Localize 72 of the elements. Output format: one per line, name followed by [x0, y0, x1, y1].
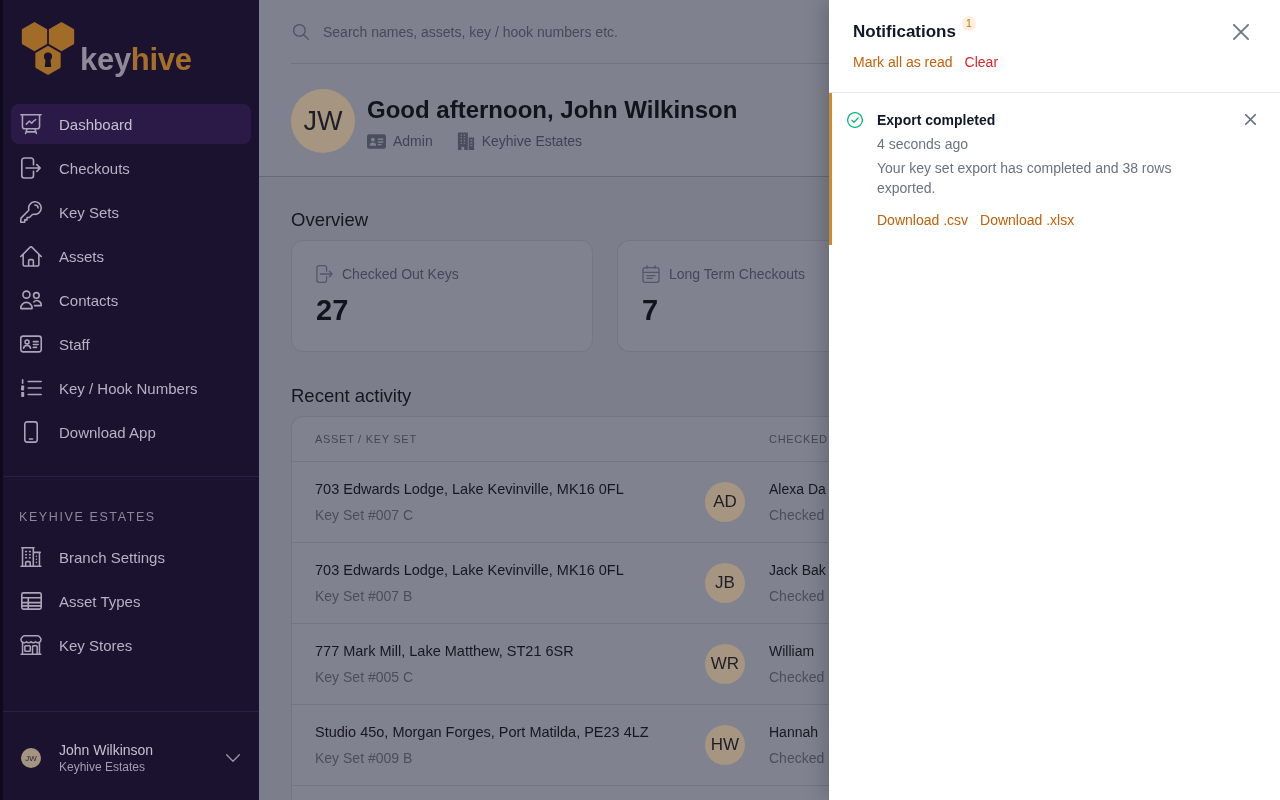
- avatar: JB: [705, 563, 745, 603]
- phone-icon: [24, 421, 38, 443]
- notification-time: 4 seconds ago: [877, 135, 969, 154]
- nav-item[interactable]: Dashboard: [11, 104, 251, 144]
- text-link[interactable]: Clear: [964, 52, 999, 72]
- close-button[interactable]: [1233, 24, 1249, 40]
- id-card-icon: [367, 133, 386, 149]
- nav-item[interactable]: Assets: [11, 236, 251, 276]
- avatar: AD: [705, 482, 745, 522]
- nav-item[interactable]: Key Sets: [11, 192, 251, 232]
- hexagon-keyhole-icon: [20, 21, 76, 76]
- panel-title: Notifications: [853, 21, 956, 43]
- nav-item[interactable]: Checkouts: [11, 148, 251, 188]
- stat-label: Long Term Checkouts: [669, 266, 805, 282]
- house-icon: [20, 245, 42, 267]
- column-header: ASSET / KEY SET: [315, 433, 417, 445]
- download-link[interactable]: Download .xlsx: [980, 210, 1075, 230]
- asset-address: 703 Edwards Lodge, Lake Kevinville, MK16 0FL: [315, 561, 624, 580]
- section-heading: KEYHIVE ESTATES: [19, 509, 156, 525]
- nav-item[interactable]: Download App: [11, 412, 251, 452]
- stat-label: Checked Out Keys: [342, 266, 459, 282]
- door-arrow-icon: [21, 157, 41, 179]
- building-icon: [456, 132, 475, 150]
- people-icon: [20, 290, 42, 310]
- avatar: WR: [705, 644, 745, 684]
- unread-count-badge: 1: [961, 16, 976, 31]
- nav-item[interactable]: Key / Hook Numbers: [11, 368, 251, 408]
- nav-item[interactable]: Staff: [11, 324, 251, 364]
- key-icon: [20, 201, 42, 223]
- avatar: JW: [21, 748, 41, 768]
- nav-item[interactable]: Key Stores: [11, 625, 251, 665]
- close-icon: [1245, 114, 1256, 125]
- dismiss-button[interactable]: [1245, 114, 1256, 125]
- avatar: HW: [705, 725, 745, 765]
- person-name: Alexa Da: [769, 480, 826, 499]
- user-name: John Wilkinson: [59, 741, 154, 759]
- stat-value: 27: [316, 293, 349, 327]
- greeting-heading: Good afternoon, John Wilkinson: [367, 95, 738, 125]
- role-label: Admin: [393, 133, 433, 149]
- asset-address: 777 Mark Mill, Lake Matthew, ST21 6SR: [315, 642, 574, 661]
- building-icon: [20, 547, 42, 567]
- text-link[interactable]: Mark all as read: [853, 52, 953, 72]
- asset-address: 703 Edwards Lodge, Lake Kevinville, MK16 0FL: [315, 480, 624, 499]
- nav-item[interactable]: Contacts: [11, 280, 251, 320]
- section-heading: Overview: [291, 209, 370, 231]
- search-field[interactable]: Search names, assets, key / hook numbers etc.: [323, 21, 643, 42]
- storefront-icon: [20, 635, 42, 655]
- download-link[interactable]: Download .csv: [877, 210, 969, 230]
- section-heading: Recent activity: [291, 384, 413, 408]
- user-organisation: Keyhive Estates: [59, 759, 146, 775]
- numbered-list-icon: [20, 379, 42, 397]
- person-name: William: [769, 642, 815, 661]
- person-name: Hannah: [769, 723, 819, 742]
- notification-message: Your key set export has completed and 38 rows exported.: [877, 159, 1173, 198]
- nav-item[interactable]: Branch Settings: [11, 537, 251, 577]
- nav-item[interactable]: Asset Types: [11, 581, 251, 621]
- door-arrow-icon: [316, 265, 333, 283]
- calendar-icon: [642, 265, 660, 283]
- chevron-down-icon[interactable]: [226, 754, 240, 762]
- avatar: JW: [291, 89, 355, 153]
- table-icon: [20, 592, 42, 610]
- id-card-icon: [20, 335, 42, 353]
- close-icon: [1233, 24, 1249, 40]
- asset-address: Studio 45o, Morgan Forges, Port Matilda, PE23 4LZ: [315, 723, 649, 742]
- search-icon: [293, 23, 309, 40]
- person-name: Jack Bak: [769, 561, 826, 580]
- chart-board-icon: [20, 113, 42, 135]
- stat-value: 7: [642, 293, 659, 327]
- organisation-label: Keyhive Estates: [481, 133, 583, 149]
- column-header: CHECKED: [769, 433, 828, 445]
- logo-wordmark: keyhive: [80, 44, 192, 75]
- notification-title: Export completed: [877, 111, 996, 130]
